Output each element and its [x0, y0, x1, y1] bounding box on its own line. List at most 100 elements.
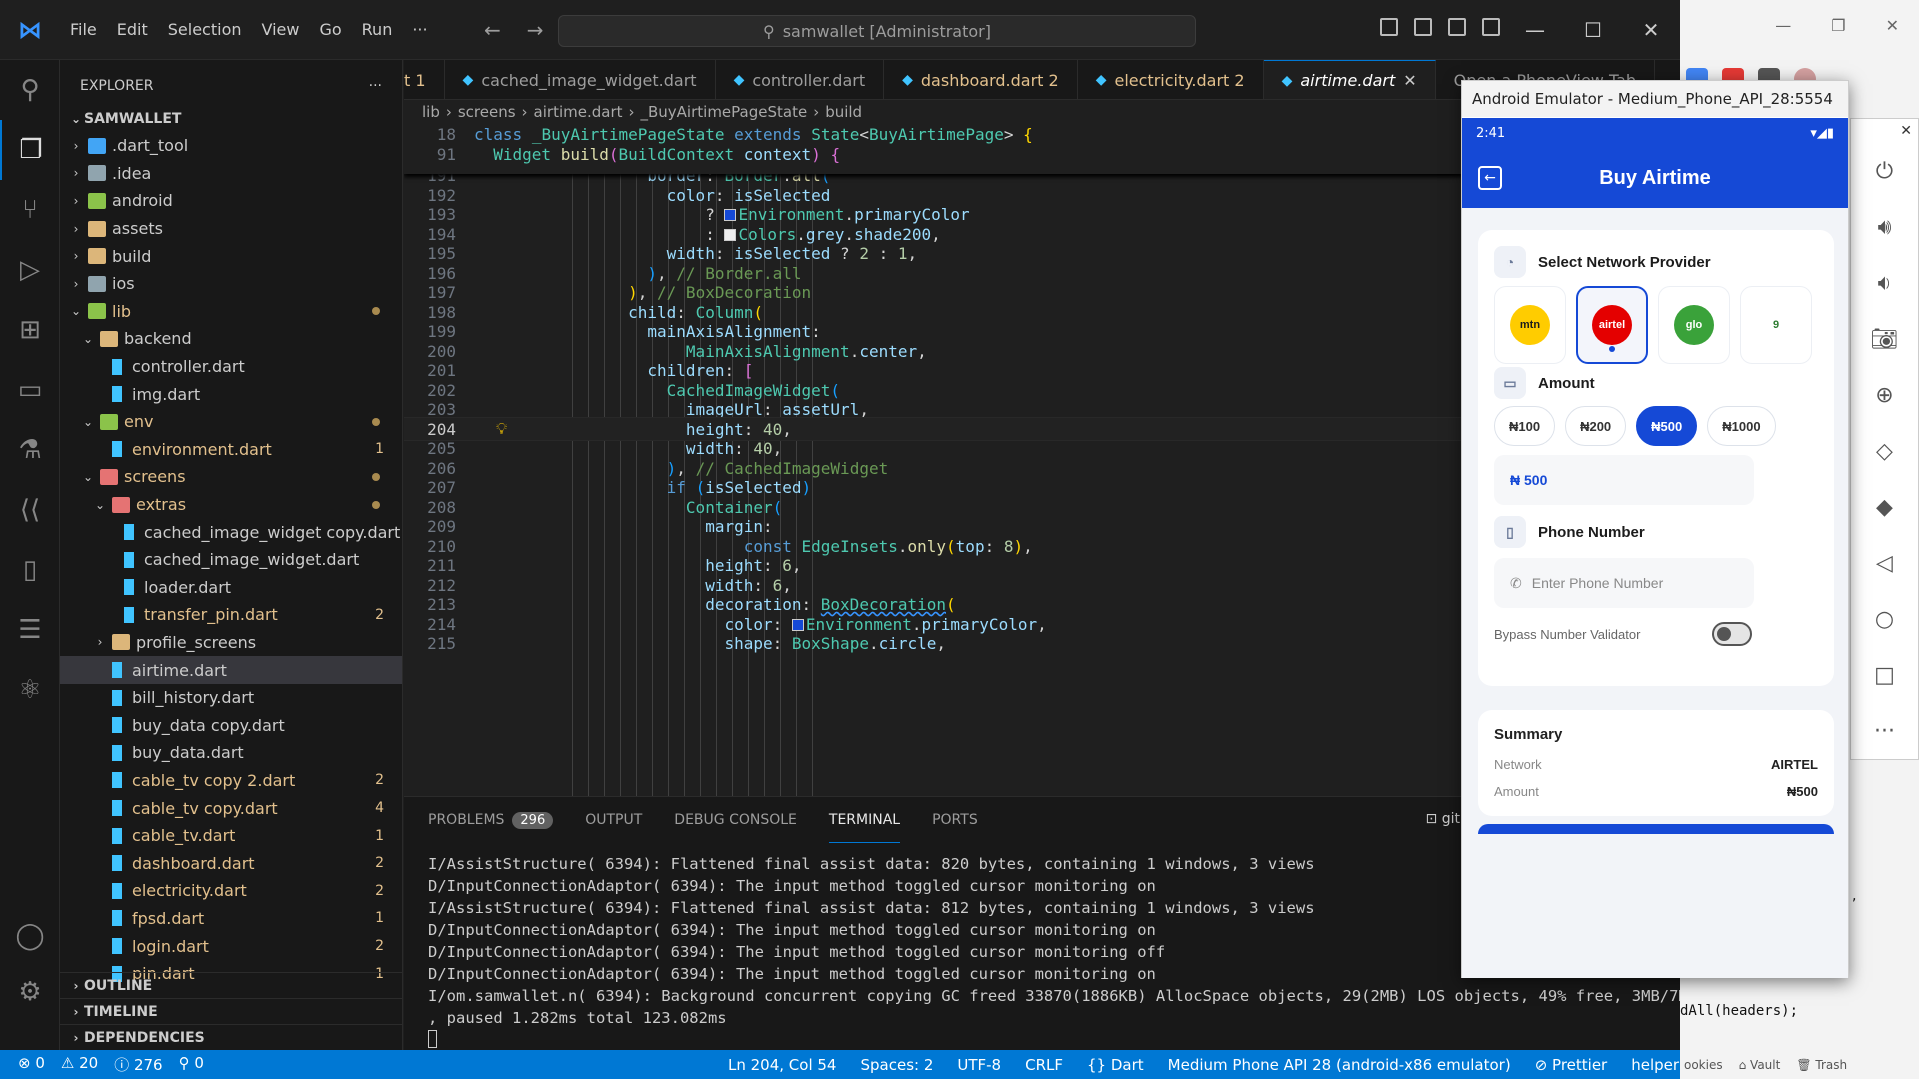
- git-graph-icon[interactable]: ☰: [0, 600, 60, 660]
- tree-item[interactable]: ⌄ backend: [60, 325, 402, 353]
- tab-debug-console[interactable]: DEBUG CONSOLE: [674, 797, 797, 843]
- back-icon[interactable]: ◁: [1851, 535, 1918, 591]
- phone-number-input[interactable]: ✆ Enter Phone Number: [1494, 558, 1754, 608]
- source-control-icon[interactable]: ⑂: [0, 180, 60, 240]
- volume-down-icon[interactable]: 🔉︎: [1851, 255, 1918, 311]
- network-provider-option[interactable]: glo: [1658, 286, 1730, 364]
- tree-item[interactable]: cable_tv copy.dart 4: [60, 794, 402, 822]
- status-device[interactable]: Medium Phone API 28 (android-x86 emulato…: [1168, 1056, 1511, 1074]
- explorer-more-icon[interactable]: ···: [369, 78, 382, 94]
- extensions-icon[interactable]: ⊞: [0, 300, 60, 360]
- status-errors[interactable]: ⊗ 0: [18, 1054, 45, 1075]
- home-icon[interactable]: ○: [1851, 591, 1918, 647]
- power-icon[interactable]: ⏻: [1851, 143, 1918, 199]
- tree-item[interactable]: ⌄ screens: [60, 463, 402, 491]
- tree-item[interactable]: cached_image_widget.dart: [60, 546, 402, 574]
- menu-go[interactable]: Go: [309, 14, 351, 45]
- menu-view[interactable]: View: [252, 14, 310, 45]
- network-provider-option[interactable]: mtn: [1494, 286, 1566, 364]
- tree-item[interactable]: › assets: [60, 215, 402, 243]
- testing-icon[interactable]: ⚗: [0, 420, 60, 480]
- tree-item[interactable]: bill_history.dart: [60, 684, 402, 712]
- amount-input[interactable]: ₦ 500: [1494, 455, 1754, 505]
- rotate-right-icon[interactable]: ◆: [1851, 479, 1918, 535]
- status-position[interactable]: Ln 204, Col 54: [728, 1056, 836, 1074]
- customize-layout-icon[interactable]: [1482, 18, 1500, 36]
- editor-tab[interactable]: t 1: [404, 60, 445, 99]
- tree-item[interactable]: login.dart 2: [60, 932, 402, 960]
- editor-tab[interactable]: ◆ electricity.dart 2: [1078, 60, 1264, 99]
- tree-item[interactable]: electricity.dart 2: [60, 877, 402, 905]
- close-icon[interactable]: ✕: [1622, 0, 1680, 60]
- account-icon[interactable]: ◯: [0, 906, 60, 966]
- react-icon[interactable]: ⚛: [0, 660, 60, 720]
- minimize-icon[interactable]: —: [1506, 0, 1564, 60]
- dependencies-section[interactable]: › DEPENDENCIES: [60, 1024, 403, 1050]
- tree-item[interactable]: ⌄ extras: [60, 491, 402, 519]
- status-language[interactable]: {} Dart: [1087, 1056, 1144, 1074]
- maximize-icon[interactable]: ☐: [1564, 0, 1622, 60]
- code-line[interactable]: 215 shape: BoxShape.circle,: [404, 632, 1464, 656]
- toggle-panel-icon[interactable]: [1414, 18, 1432, 36]
- tab-output[interactable]: OUTPUT: [585, 797, 642, 843]
- editor-tab[interactable]: ◆ cached_image_widget.dart: [445, 60, 716, 99]
- breadcrumb-item[interactable]: screens: [458, 103, 516, 121]
- tree-item[interactable]: dashboard.dart 2: [60, 849, 402, 877]
- camera-icon[interactable]: 📷︎: [1851, 311, 1918, 367]
- rotate-left-icon[interactable]: ◇: [1851, 423, 1918, 479]
- tree-item[interactable]: ⌄ lib: [60, 298, 402, 326]
- command-center[interactable]: ⚲ samwallet [Administrator]: [558, 15, 1196, 47]
- tab-ports[interactable]: PORTS: [932, 797, 978, 843]
- editor-tab[interactable]: ◆ airtime.dart ✕: [1263, 60, 1436, 99]
- status-eol[interactable]: CRLF: [1025, 1056, 1063, 1074]
- emulator-close-icon[interactable]: ✕: [1900, 123, 1912, 139]
- run-debug-icon[interactable]: ▷: [0, 240, 60, 300]
- vault-label[interactable]: ⌂ Vault: [1739, 1058, 1781, 1072]
- network-provider-option[interactable]: 9: [1740, 286, 1812, 364]
- explorer-icon[interactable]: ❐: [0, 120, 60, 180]
- amount-chip[interactable]: ₦1000: [1707, 406, 1776, 446]
- outline-section[interactable]: › OUTLINE: [60, 972, 403, 998]
- amount-chip[interactable]: ₦500: [1636, 406, 1698, 446]
- tree-item[interactable]: › android: [60, 187, 402, 215]
- toggle-sidebar-icon[interactable]: [1380, 18, 1398, 36]
- zoom-icon[interactable]: ⊕: [1851, 367, 1918, 423]
- status-helper[interactable]: helper: [1631, 1056, 1679, 1074]
- tree-item[interactable]: › profile_screens: [60, 629, 402, 657]
- breadcrumb-item[interactable]: _BuyAirtimePageState: [641, 103, 808, 121]
- terminal-selector[interactable]: ⊡ git: [1426, 811, 1460, 827]
- tree-item[interactable]: › ios: [60, 270, 402, 298]
- bg-close-icon[interactable]: ✕: [1886, 16, 1899, 35]
- trash-label[interactable]: 🗑 Trash: [1796, 1058, 1847, 1072]
- menu-run[interactable]: Run: [352, 14, 403, 45]
- sticky-scroll[interactable]: 18 class _BuyAirtimePageState extends Sta…: [404, 124, 1464, 174]
- breadcrumb-item[interactable]: build: [825, 103, 862, 121]
- amount-chip[interactable]: ₦100: [1494, 406, 1556, 446]
- tree-item[interactable]: › .idea: [60, 160, 402, 188]
- tree-item[interactable]: img.dart: [60, 380, 402, 408]
- tree-item[interactable]: › .dart_tool: [60, 132, 402, 160]
- editor-tab[interactable]: ◆ dashboard.dart 2: [884, 60, 1078, 99]
- tree-item[interactable]: cached_image_widget copy.dart: [60, 518, 402, 546]
- status-ports[interactable]: ⚲ 0: [179, 1054, 204, 1075]
- settings-gear-icon[interactable]: ⚙: [0, 962, 60, 1022]
- breadcrumb-item[interactable]: airtime.dart: [534, 103, 623, 121]
- volume-up-icon[interactable]: 🔊︎: [1851, 199, 1918, 255]
- status-warnings[interactable]: ⚠ 20: [61, 1054, 98, 1075]
- forward-arrow-icon[interactable]: →: [527, 18, 544, 42]
- device-icon[interactable]: ▯: [0, 540, 60, 600]
- menu-more[interactable]: ···: [402, 14, 437, 45]
- tab-problems[interactable]: PROBLEMS 296: [428, 797, 554, 843]
- menu-file[interactable]: File: [60, 14, 107, 45]
- status-prettier[interactable]: ⊘ Prettier: [1535, 1056, 1608, 1074]
- tab-terminal[interactable]: TERMINAL: [828, 797, 901, 843]
- tree-item[interactable]: environment.dart 1: [60, 436, 402, 464]
- tree-item[interactable]: cable_tv.dart 1: [60, 822, 402, 850]
- bg-minimize-icon[interactable]: —: [1775, 16, 1791, 35]
- flutter-icon[interactable]: ⟨⟨: [0, 480, 60, 540]
- tree-item[interactable]: transfer_pin.dart 2: [60, 601, 402, 629]
- tab-close-icon[interactable]: ✕: [1403, 71, 1416, 90]
- tree-item[interactable]: › build: [60, 242, 402, 270]
- amount-chip[interactable]: ₦200: [1565, 406, 1627, 446]
- overview-icon[interactable]: □: [1851, 647, 1918, 703]
